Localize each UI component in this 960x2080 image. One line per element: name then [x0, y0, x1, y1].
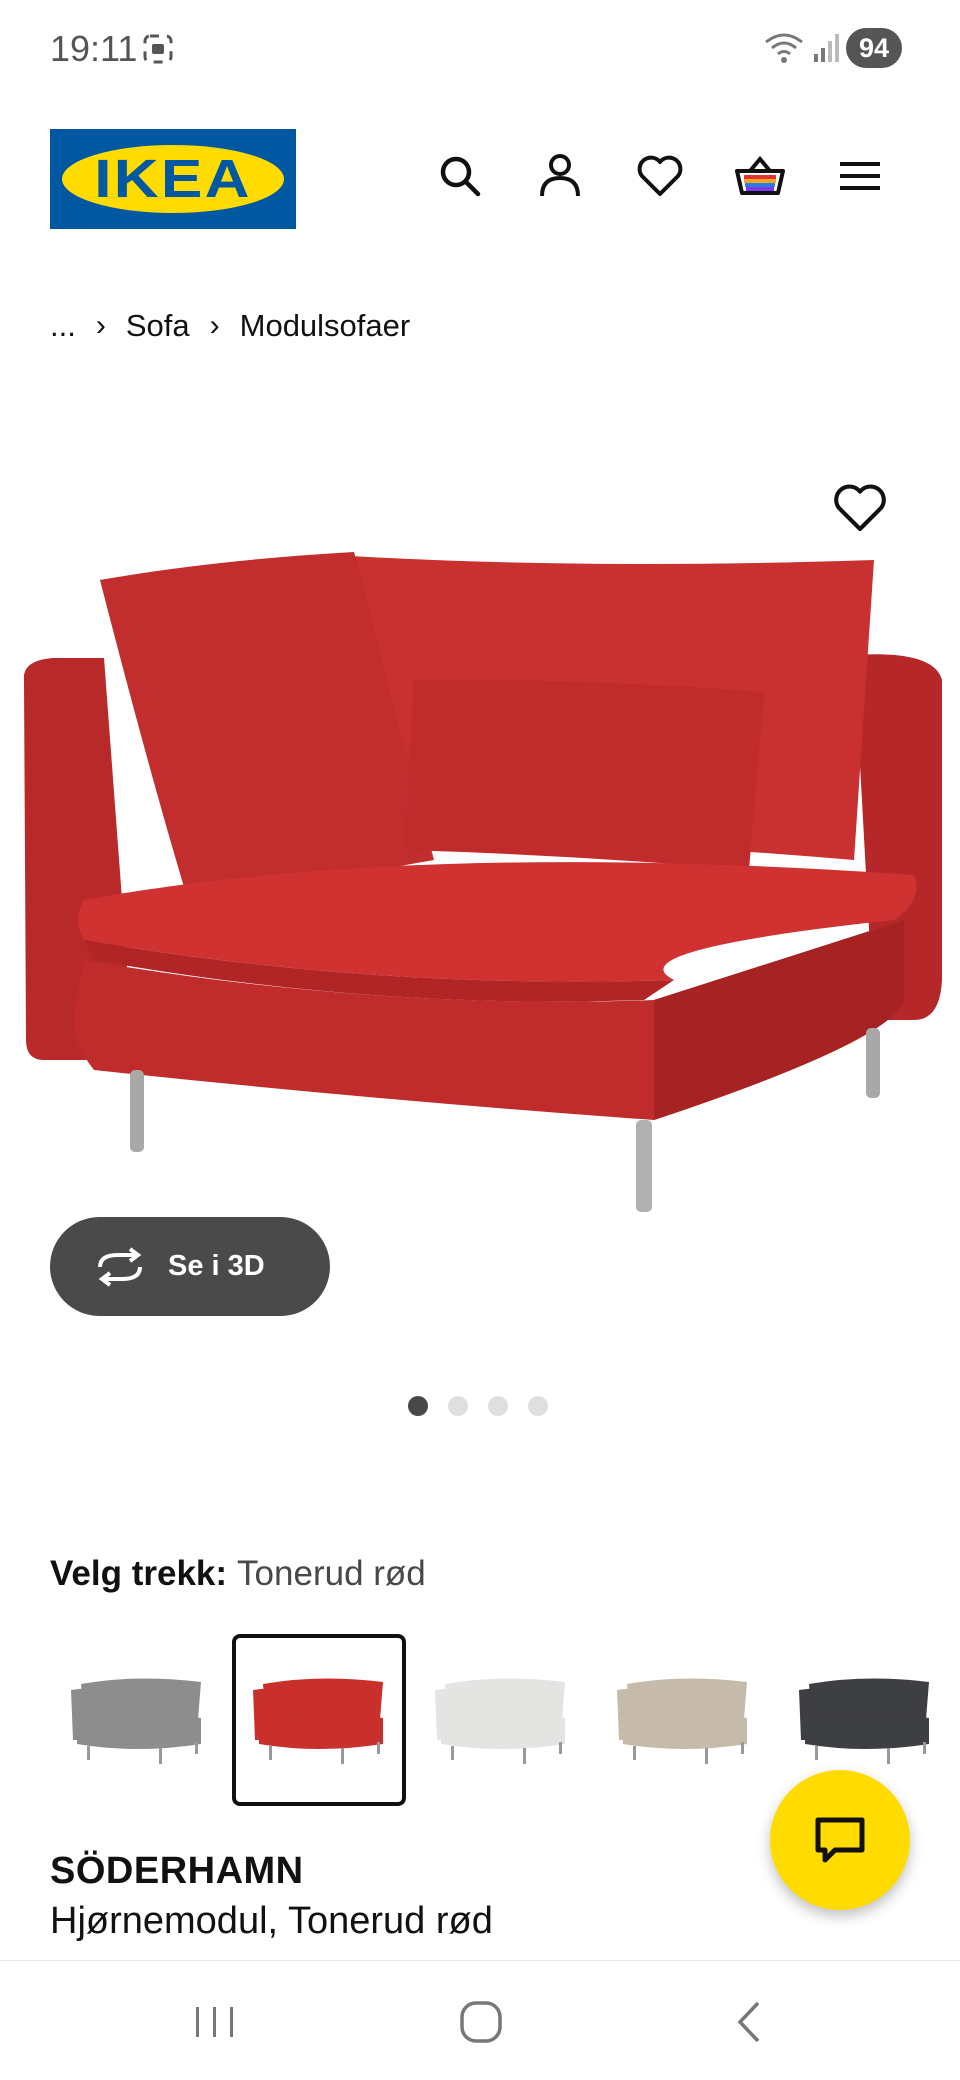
breadcrumb-item-modulsofaer[interactable]: Modulsofaer	[240, 308, 411, 344]
breadcrumb-ellipsis[interactable]: ...	[50, 308, 76, 344]
wifi-icon	[765, 33, 803, 63]
sofa-thumbnail	[71, 1678, 201, 1764]
view-in-3d-label: Se i 3D	[168, 1250, 265, 1282]
system-nav-bar	[0, 1960, 960, 2080]
product-image[interactable]	[14, 540, 944, 1240]
search-button[interactable]	[432, 148, 488, 204]
person-icon	[540, 154, 580, 197]
view-in-3d-button[interactable]: Se i 3D	[50, 1217, 330, 1316]
status-bar: 19:11 94	[0, 0, 960, 100]
screenshot-icon	[143, 34, 173, 64]
favourites-button[interactable]	[632, 148, 688, 204]
carousel-dot[interactable]	[408, 1396, 428, 1416]
cart-button[interactable]	[732, 148, 788, 204]
battery-level: 94	[858, 32, 890, 63]
menu-button[interactable]	[832, 148, 888, 204]
swatch-beige[interactable]	[596, 1634, 770, 1806]
product-name: SÖDERHAMN	[50, 1850, 304, 1892]
sofa-thumbnail	[253, 1678, 383, 1764]
carousel-dot[interactable]	[448, 1396, 468, 1416]
swatch-red[interactable]	[232, 1634, 406, 1806]
sofa-thumbnail	[617, 1678, 747, 1764]
signal-icon	[814, 34, 839, 62]
status-time: 19:11	[50, 28, 138, 69]
chat-button[interactable]	[770, 1770, 910, 1910]
product-page: 19:11 94 IKEA ... › Sofa › Modulsofaer S…	[0, 0, 960, 2080]
recent-apps-icon[interactable]	[190, 1999, 240, 2045]
add-to-favourites-button[interactable]	[832, 480, 888, 536]
swatch-white[interactable]	[414, 1634, 588, 1806]
chat-icon	[815, 1817, 865, 1863]
variant-value: Tonerud rød	[237, 1554, 426, 1593]
logo-text: IKEA	[94, 149, 252, 209]
chevron-right-icon: ›	[209, 309, 220, 342]
chevron-right-icon: ›	[95, 309, 106, 342]
sofa-thumbnail	[799, 1678, 929, 1764]
sofa-thumbnail	[435, 1678, 565, 1764]
carousel-dot[interactable]	[528, 1396, 548, 1416]
ikea-logo[interactable]: IKEA	[50, 129, 296, 229]
heart-icon	[834, 484, 886, 532]
product-description: Hjørnemodul, Tonerud rød	[50, 1900, 493, 1942]
battery-indicator: 94	[846, 28, 902, 68]
carousel-indicators	[408, 1396, 548, 1416]
basket-icon	[735, 155, 785, 195]
hamburger-icon	[840, 162, 880, 190]
search-icon	[440, 156, 481, 197]
home-icon[interactable]	[456, 1999, 506, 2045]
breadcrumb: ... › Sofa › Modulsofaer	[50, 306, 410, 346]
variant-label: Velg trekk:	[50, 1554, 228, 1593]
variant-selector-label: Velg trekk: Tonerud rød	[50, 1554, 426, 1594]
carousel-dot[interactable]	[488, 1396, 508, 1416]
heart-icon	[637, 155, 683, 196]
account-button[interactable]	[532, 148, 588, 204]
rotate-3d-icon	[98, 1246, 142, 1287]
breadcrumb-item-sofa[interactable]: Sofa	[126, 308, 190, 344]
back-icon[interactable]	[726, 1999, 776, 2045]
swatch-grey[interactable]	[50, 1634, 224, 1806]
